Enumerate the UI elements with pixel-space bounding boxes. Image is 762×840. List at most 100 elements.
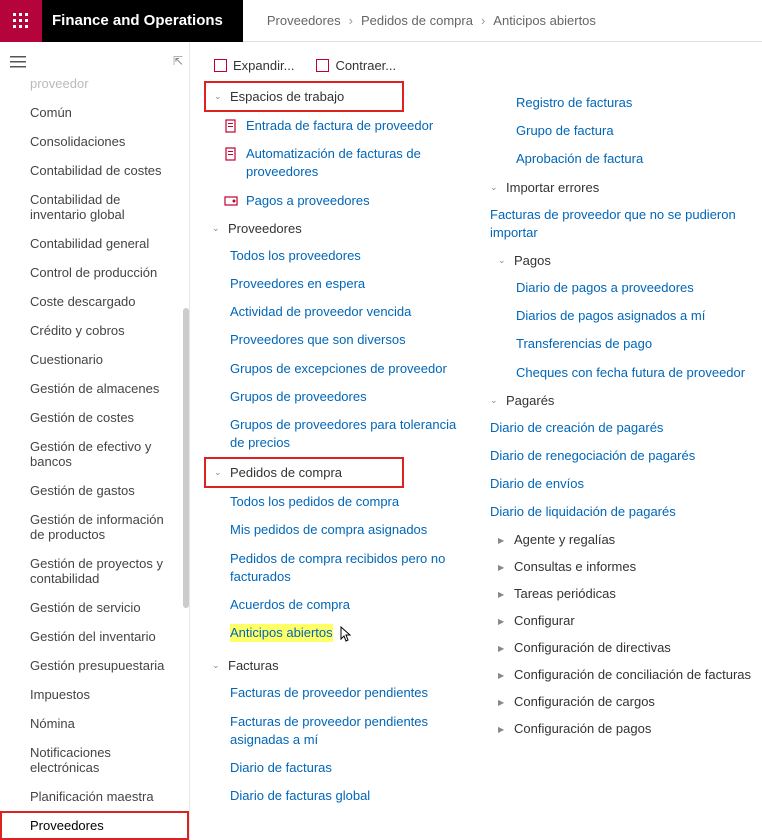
nav-link[interactable]: Aprobación de factura: [476, 145, 752, 173]
sidebar-item[interactable]: Gestión presupuestaria: [0, 651, 189, 680]
sidebar-item[interactable]: Cuestionario: [0, 345, 189, 374]
link-label: Transferencias de pago: [516, 335, 652, 353]
sidebar-item[interactable]: Crédito y cobros: [0, 316, 189, 345]
link-label: Aprobación de factura: [516, 150, 643, 168]
nav-group-header[interactable]: Configuración de cargos: [476, 688, 752, 715]
nav-link[interactable]: Facturas de proveedor pendientes: [190, 679, 466, 707]
nav-link[interactable]: Actividad de proveedor vencida: [190, 298, 466, 326]
sidebar-item[interactable]: Gestión de efectivo y bancos: [0, 432, 189, 476]
group-label: Proveedores: [228, 221, 302, 236]
link-label: Diario de facturas global: [230, 787, 370, 805]
nav-link[interactable]: Diario de envíos: [476, 470, 752, 498]
nav-link[interactable]: Diario de pagos a proveedores: [476, 274, 752, 302]
app-launcher-button[interactable]: [0, 0, 42, 42]
sidebar-item[interactable]: Común: [0, 98, 189, 127]
pin-icon[interactable]: ⇱: [173, 54, 183, 68]
nav-link[interactable]: Diario de facturas global: [190, 782, 466, 810]
sidebar-item[interactable]: Impuestos: [0, 680, 189, 709]
nav-link[interactable]: Todos los pedidos de compra: [190, 488, 466, 516]
sidebar-item[interactable]: Gestión del inventario: [0, 622, 189, 651]
nav-link[interactable]: Grupos de proveedores: [190, 383, 466, 411]
sidebar-item[interactable]: Contabilidad de inventario global: [0, 185, 189, 229]
link-label: Entrada de factura de proveedor: [246, 117, 433, 135]
sidebar-item[interactable]: Coste descargado: [0, 287, 189, 316]
chevron-right-icon: [498, 562, 508, 572]
chevron-right-icon: ›: [345, 13, 357, 28]
nav-group-header[interactable]: Configurar: [476, 607, 752, 634]
nav-link[interactable]: Grupos de excepciones de proveedor: [190, 355, 466, 383]
sidebar-item[interactable]: Gestión de información de productos: [0, 505, 189, 549]
nav-link[interactable]: Mis pedidos de compra asignados: [190, 516, 466, 544]
nav-group-header[interactable]: Agente y regalías: [476, 526, 752, 553]
nav-group-header[interactable]: ⌄Importar errores: [476, 174, 752, 201]
link-label: Diario de renegociación de pagarés: [490, 447, 695, 465]
nav-link[interactable]: Facturas de proveedor que no se pudieron…: [476, 201, 752, 247]
sidebar-item[interactable]: Gestión de servicio: [0, 593, 189, 622]
nav-link[interactable]: Grupo de factura: [476, 117, 752, 145]
link-label: Automatización de facturas de proveedore…: [246, 145, 466, 181]
nav-link[interactable]: Acuerdos de compra: [190, 591, 466, 619]
sidebar-item[interactable]: Control de producción: [0, 258, 189, 287]
sidebar-item[interactable]: Gestión de gastos: [0, 476, 189, 505]
nav-link[interactable]: Grupos de proveedores para tolerancia de…: [190, 411, 466, 457]
nav-group-header[interactable]: ⌄Proveedores: [190, 215, 466, 242]
nav-link[interactable]: Diarios de pagos asignados a mí: [476, 302, 752, 330]
expand-all-button[interactable]: Expandir...: [214, 58, 294, 73]
chevron-right-icon: [498, 670, 508, 680]
nav-link[interactable]: Proveedores que son diversos: [190, 326, 466, 354]
chevron-right-icon: [498, 589, 508, 599]
nav-link[interactable]: Todos los proveedores: [190, 242, 466, 270]
collapse-all-button[interactable]: Contraer...: [316, 58, 396, 73]
sidebar-item[interactable]: Proveedores: [0, 811, 189, 840]
nav-link[interactable]: Automatización de facturas de proveedore…: [190, 140, 466, 186]
chevron-down-icon: ⌄: [498, 255, 508, 266]
scrollbar[interactable]: [183, 308, 189, 608]
sidebar-item[interactable]: Notificaciones electrónicas: [0, 738, 189, 782]
nav-link[interactable]: Anticipos abiertos: [190, 619, 466, 652]
nav-link[interactable]: Proveedores en espera: [190, 270, 466, 298]
nav-group-header[interactable]: ⌄Pedidos de compra: [204, 457, 404, 488]
nav-link[interactable]: Diario de creación de pagarés: [476, 414, 752, 442]
chevron-right-icon: [498, 643, 508, 653]
chevron-down-icon: ⌄: [490, 182, 500, 193]
link-label: Diarios de pagos asignados a mí: [516, 307, 705, 325]
nav-link[interactable]: Diario de renegociación de pagarés: [476, 442, 752, 470]
nav-link[interactable]: Pagos a proveedores: [190, 187, 466, 215]
hamburger-button[interactable]: [2, 48, 34, 76]
nav-link[interactable]: Transferencias de pago: [476, 330, 752, 358]
sidebar-item[interactable]: proveedor: [0, 76, 189, 98]
sidebar-item[interactable]: Contabilidad general: [0, 229, 189, 258]
group-label: Configuración de cargos: [514, 694, 655, 709]
breadcrumb-item[interactable]: Pedidos de compra: [357, 13, 477, 28]
nav-link[interactable]: Pedidos de compra recibidos pero no fact…: [190, 545, 466, 591]
nav-group-header[interactable]: ⌄Espacios de trabajo: [204, 81, 404, 112]
sidebar-item[interactable]: Nómina: [0, 709, 189, 738]
sidebar-item[interactable]: Gestión de proyectos y contabilidad: [0, 549, 189, 593]
nav-link[interactable]: Facturas de proveedor pendientes asignad…: [190, 708, 466, 754]
breadcrumb-item[interactable]: Proveedores: [263, 13, 345, 28]
sidebar-item[interactable]: Contabilidad de costes: [0, 156, 189, 185]
nav-group-header[interactable]: Configuración de directivas: [476, 634, 752, 661]
pay-icon: [224, 194, 238, 208]
sidebar-item[interactable]: Consolidaciones: [0, 127, 189, 156]
nav-link[interactable]: Cheques con fecha futura de proveedor: [476, 359, 752, 387]
nav-group-header[interactable]: ⌄Facturas: [190, 652, 466, 679]
chevron-down-icon: ⌄: [214, 467, 224, 478]
nav-group-header[interactable]: Configuración de pagos: [476, 715, 752, 742]
nav-group-header[interactable]: Consultas e informes: [476, 553, 752, 580]
nav-link[interactable]: Diario de facturas: [190, 754, 466, 782]
nav-link[interactable]: Registro de facturas: [476, 89, 752, 117]
sidebar-item[interactable]: Planificación maestra: [0, 782, 189, 811]
sidebar-item[interactable]: Gestión de costes: [0, 403, 189, 432]
nav-group-header[interactable]: ⌄Pagarés: [476, 387, 752, 414]
nav-group-header[interactable]: Configuración de conciliación de factura…: [476, 661, 752, 688]
group-label: Facturas: [228, 658, 279, 673]
nav-link[interactable]: Diario de liquidación de pagarés: [476, 498, 752, 526]
breadcrumb-item[interactable]: Anticipos abiertos: [489, 13, 600, 28]
link-label: Proveedores que son diversos: [230, 331, 406, 349]
nav-group-header[interactable]: Tareas periódicas: [476, 580, 752, 607]
nav-link[interactable]: Entrada de factura de proveedor: [190, 112, 466, 140]
sidebar-item[interactable]: Gestión de almacenes: [0, 374, 189, 403]
nav-group-header[interactable]: ⌄Pagos: [476, 247, 752, 274]
group-label: Espacios de trabajo: [230, 89, 344, 104]
